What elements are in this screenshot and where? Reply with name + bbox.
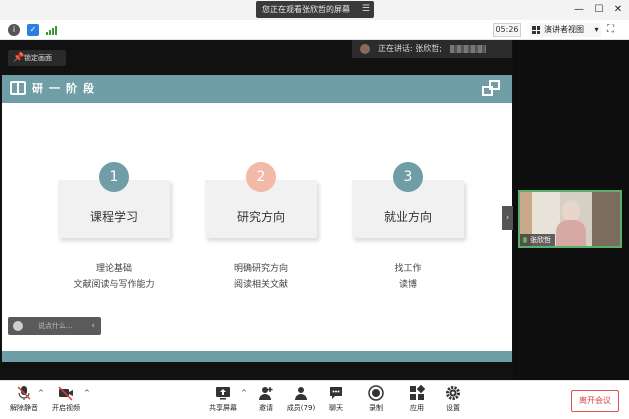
settings-button[interactable]: 设置 xyxy=(433,385,473,413)
share-status-pill[interactable]: 您正在观看张欣哲的屏幕 ☰ xyxy=(256,1,374,18)
shield-icon[interactable]: ✓ xyxy=(27,24,39,36)
menu-lines-icon[interactable]: ☰ xyxy=(362,1,370,18)
speaker-avatar-icon xyxy=(360,44,370,54)
unmute-label: 解除静音 xyxy=(10,404,38,412)
record-label: 录制 xyxy=(369,404,383,412)
blurred-names xyxy=(450,44,487,53)
settings-label: 设置 xyxy=(446,404,460,412)
add-user-icon xyxy=(258,385,274,401)
chevron-down-icon: ▾ xyxy=(594,25,599,34)
camera-off-icon xyxy=(58,385,74,401)
members-label: 成员(79) xyxy=(286,404,316,412)
chat-bubble-icon xyxy=(328,385,344,401)
card-label: 就业方向 xyxy=(383,210,432,224)
participant-video-tile[interactable]: 张欣哲 xyxy=(518,190,622,248)
chat-button[interactable]: 聊天 xyxy=(316,385,356,413)
video-options-caret[interactable]: ^ xyxy=(84,389,90,397)
slide-title: 研一阶段 xyxy=(32,82,100,95)
close-button[interactable]: ✕ xyxy=(611,2,625,18)
card-detail: 读博 xyxy=(398,280,417,290)
chevron-left-icon[interactable]: ‹ xyxy=(91,317,95,335)
meeting-toolbar: 解除静音 ^ 开启视频 ^ 共享屏幕 ^ 邀请 成员(79) 聊天 录制 应用 … xyxy=(0,380,629,419)
leave-meeting-button[interactable]: 离开会议 xyxy=(571,390,619,412)
step-number: 3 xyxy=(393,162,423,192)
card-detail: 阅读相关文献 xyxy=(233,280,288,290)
title-bar: 您正在观看张欣哲的屏幕 ☰ — ☐ ✕ xyxy=(0,0,629,20)
info-bar: i ✓ 05:26 演讲者视图 ▾ ⛶ xyxy=(0,20,629,40)
invite-label: 邀请 xyxy=(259,404,273,412)
fullscreen-icon[interactable]: ⛶ xyxy=(607,24,614,35)
lock-view-button[interactable]: 📌 锁定画面 xyxy=(8,50,66,66)
apps-button[interactable]: 应用 xyxy=(397,384,437,413)
share-screen-icon xyxy=(215,385,231,401)
squares-icon xyxy=(482,80,502,98)
emoji-icon[interactable] xyxy=(13,321,23,331)
record-icon xyxy=(368,385,384,401)
info-icon[interactable]: i xyxy=(8,24,20,36)
step-number: 2 xyxy=(246,162,276,192)
step-number: 1 xyxy=(99,162,129,192)
record-button[interactable]: 录制 xyxy=(356,385,396,413)
start-video-label: 开启视频 xyxy=(52,404,80,412)
chat-label: 聊天 xyxy=(329,404,343,412)
speaker-view-label: 演讲者视图 xyxy=(544,25,584,34)
mic-active-icon xyxy=(523,237,527,243)
apps-icon xyxy=(409,384,426,401)
share-status-text: 您正在观看张欣哲的屏幕 xyxy=(262,5,350,14)
invite-button[interactable]: 邀请 xyxy=(246,385,286,413)
maximize-button[interactable]: ☐ xyxy=(592,2,606,18)
slide-header: 研一阶段 xyxy=(2,75,512,103)
apps-label: 应用 xyxy=(410,404,424,412)
mic-muted-icon xyxy=(16,385,32,401)
lock-view-label: 锁定画面 xyxy=(24,54,52,62)
members-icon xyxy=(293,385,309,401)
grid-icon xyxy=(532,26,540,34)
book-icon xyxy=(10,81,26,95)
minimize-button[interactable]: — xyxy=(572,2,586,18)
card-detail: 理论基础 xyxy=(95,264,132,274)
speaker-view-button[interactable]: 演讲者视图 ▾ xyxy=(529,23,601,37)
gear-icon xyxy=(445,385,461,401)
audio-options-caret[interactable]: ^ xyxy=(38,389,44,397)
start-video-button[interactable]: 开启视频 xyxy=(46,385,86,413)
card-detail: 文献阅读与写作能力 xyxy=(73,280,155,290)
participant-video xyxy=(556,200,586,246)
signal-icon[interactable] xyxy=(45,24,57,36)
pin-icon: 📌 xyxy=(13,53,25,63)
card-label: 研究方向 xyxy=(236,210,285,224)
members-button[interactable]: 成员(79) xyxy=(281,385,321,413)
speaking-indicator: 正在讲话: 张欣哲; xyxy=(352,40,512,58)
card-label: 课程学习 xyxy=(89,210,138,224)
share-screen-button[interactable]: 共享屏幕 xyxy=(203,385,243,413)
speaking-label: 正在讲话: 张欣哲; xyxy=(378,44,442,53)
card-detail: 找工作 xyxy=(394,264,422,274)
chat-quick-input[interactable]: 说点什么... ‹ xyxy=(8,317,101,335)
chat-placeholder: 说点什么... xyxy=(38,322,73,330)
meeting-timer: 05:26 xyxy=(493,23,521,37)
share-screen-label: 共享屏幕 xyxy=(209,404,237,412)
meeting-window: 您正在观看张欣哲的屏幕 ☰ — ☐ ✕ i ✓ 05:26 演讲者视图 ▾ ⛶ … xyxy=(0,0,629,419)
card-detail: 明确研究方向 xyxy=(233,264,288,274)
slide-footer xyxy=(2,351,512,362)
participant-name: 张欣哲 xyxy=(530,236,551,244)
collapse-panel-button[interactable]: › xyxy=(502,206,513,230)
participant-name-bar: 张欣哲 xyxy=(520,234,555,246)
